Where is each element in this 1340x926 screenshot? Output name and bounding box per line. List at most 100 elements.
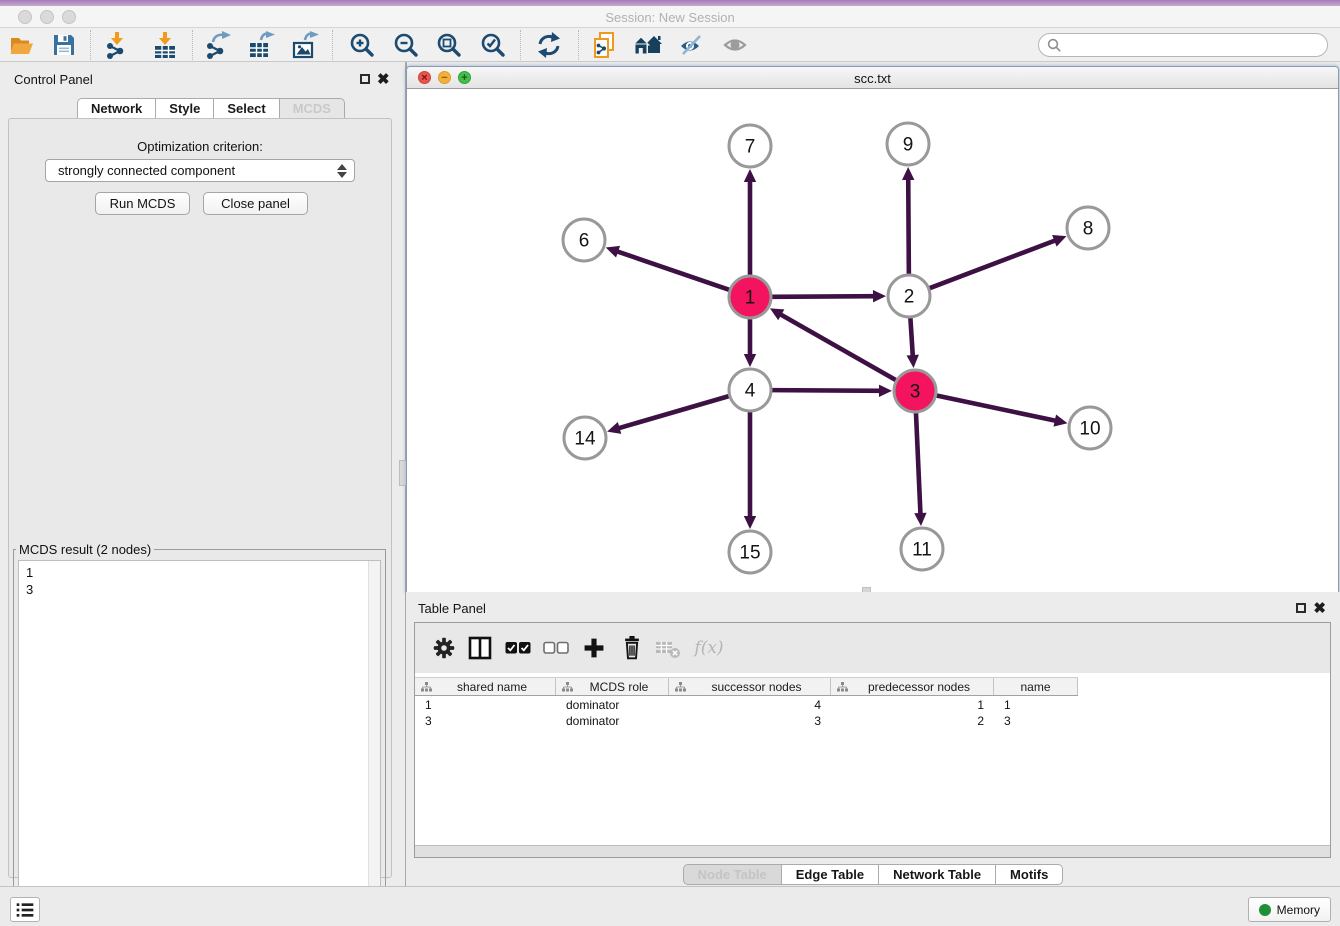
graph-node-4[interactable]: 4 xyxy=(729,369,771,411)
graph-edge[interactable] xyxy=(772,290,886,302)
graph-node-15[interactable]: 15 xyxy=(729,531,771,573)
table-panel-title: Table Panel xyxy=(418,601,486,616)
close-table-panel-icon[interactable]: ✖ xyxy=(1313,603,1326,615)
table-settings-icon[interactable] xyxy=(429,634,459,662)
export-image-icon[interactable] xyxy=(287,31,323,59)
graph-edge[interactable] xyxy=(907,318,919,368)
graph-edge[interactable] xyxy=(744,319,756,367)
first-neighbors-icon[interactable] xyxy=(630,31,666,59)
mcds-result-title: MCDS result (2 nodes) xyxy=(16,542,154,557)
toolbar-separator xyxy=(332,30,333,60)
task-history-button[interactable] xyxy=(10,897,40,922)
zoom-out-icon[interactable] xyxy=(388,31,424,59)
mcds-result-textarea[interactable]: 1 3 xyxy=(18,560,381,915)
table-header-row: shared nameMCDS rolesuccessor nodesprede… xyxy=(415,677,1078,696)
import-network-icon[interactable] xyxy=(99,31,135,59)
table-cell[interactable]: 1 xyxy=(994,697,1078,713)
optimization-criterion-select[interactable]: strongly connected component xyxy=(45,159,355,182)
tab-network[interactable]: Network xyxy=(77,98,155,119)
graph-edge[interactable] xyxy=(937,396,1068,427)
graph-edge[interactable] xyxy=(744,412,756,529)
table-cell[interactable]: 4 xyxy=(669,697,831,713)
float-table-panel-icon[interactable] xyxy=(1296,603,1306,613)
table-row[interactable]: 1dominator411 xyxy=(415,697,1078,713)
search-field[interactable] xyxy=(1038,33,1328,57)
tab-edge-table[interactable]: Edge Table xyxy=(781,864,878,885)
table-cell[interactable]: 1 xyxy=(831,697,994,713)
memory-button[interactable]: Memory xyxy=(1248,897,1331,922)
graph-edge[interactable] xyxy=(607,396,729,434)
close-panel-button[interactable]: Close panel xyxy=(203,192,308,215)
table-cell[interactable]: 3 xyxy=(415,713,556,729)
column-header-successor-nodes[interactable]: successor nodes xyxy=(669,678,831,695)
graph-node-14[interactable]: 14 xyxy=(564,417,606,459)
search-icon xyxy=(1047,38,1062,53)
show-all-icon[interactable] xyxy=(718,31,754,59)
run-mcds-button[interactable]: Run MCDS xyxy=(95,192,190,215)
graph-edge[interactable] xyxy=(902,167,914,274)
graph-node-11[interactable]: 11 xyxy=(901,528,943,570)
column-header-shared-name[interactable]: shared name xyxy=(415,678,556,695)
add-column-icon[interactable] xyxy=(579,634,609,662)
hide-selected-icon[interactable] xyxy=(674,31,710,59)
column-header-MCDS-role[interactable]: MCDS role xyxy=(556,678,669,695)
tab-motifs[interactable]: Motifs xyxy=(995,864,1063,885)
optimization-criterion-label: Optimization criterion: xyxy=(9,139,391,154)
deselect-all-icon[interactable] xyxy=(541,634,571,662)
network-canvas-svg[interactable]: 7 9 6 8 1 2 4 3 14 10 15 11 xyxy=(407,89,1338,592)
svg-text:3: 3 xyxy=(910,382,921,403)
tab-select[interactable]: Select xyxy=(213,98,278,119)
table-cell[interactable]: 2 xyxy=(831,713,994,729)
zoom-in-icon[interactable] xyxy=(344,31,380,59)
column-tree-icon xyxy=(421,682,432,692)
network-window-titlebar[interactable]: × − + scc.txt xyxy=(407,67,1338,89)
graph-node-2[interactable]: 2 xyxy=(888,275,930,317)
duplicate-network-icon[interactable] xyxy=(587,31,623,59)
import-table-icon[interactable] xyxy=(147,31,183,59)
delete-columns-icon[interactable] xyxy=(617,634,647,662)
graph-node-7[interactable]: 7 xyxy=(729,125,771,167)
graph-edge[interactable] xyxy=(914,413,926,526)
graph-edge[interactable] xyxy=(770,308,896,380)
select-all-icon[interactable] xyxy=(503,634,533,662)
zoom-fit-icon[interactable] xyxy=(431,31,467,59)
memory-status-icon xyxy=(1259,904,1271,916)
export-table-icon[interactable] xyxy=(243,31,279,59)
graph-edge[interactable] xyxy=(606,246,729,290)
zoom-selected-icon[interactable] xyxy=(475,31,511,59)
graph-node-3[interactable]: 3 xyxy=(894,370,936,412)
graph-edge[interactable] xyxy=(744,169,756,275)
tab-style[interactable]: Style xyxy=(155,98,213,119)
table-cell[interactable]: dominator xyxy=(556,713,669,729)
graph-node-8[interactable]: 8 xyxy=(1067,207,1109,249)
table-cell[interactable]: 3 xyxy=(669,713,831,729)
show-columns-icon[interactable] xyxy=(465,634,495,662)
table-cell[interactable]: 1 xyxy=(415,697,556,713)
graph-node-1[interactable]: 1 xyxy=(729,276,771,318)
graph-edge[interactable] xyxy=(772,385,892,397)
table-row[interactable]: 3dominator323 xyxy=(415,713,1078,729)
tab-node-table[interactable]: Node Table xyxy=(683,864,781,885)
graph-node-10[interactable]: 10 xyxy=(1069,407,1111,449)
column-header-name[interactable]: name xyxy=(994,678,1078,695)
table-panel-tabs: Node TableEdge TableNetwork TableMotifs xyxy=(406,864,1340,885)
svg-text:7: 7 xyxy=(745,137,756,158)
tab-network-table[interactable]: Network Table xyxy=(878,864,995,885)
open-session-icon[interactable] xyxy=(4,31,40,59)
search-input[interactable] xyxy=(1067,38,1317,53)
export-network-icon[interactable] xyxy=(200,31,236,59)
graph-node-9[interactable]: 9 xyxy=(887,123,929,165)
graph-edge[interactable] xyxy=(930,235,1067,288)
tab-mcds[interactable]: MCDS xyxy=(279,98,345,119)
svg-text:14: 14 xyxy=(574,429,596,450)
table-cell[interactable]: dominator xyxy=(556,697,669,713)
graph-node-6[interactable]: 6 xyxy=(563,219,605,261)
svg-text:2: 2 xyxy=(904,287,915,308)
save-session-icon[interactable] xyxy=(46,31,82,59)
table-cell[interactable]: 3 xyxy=(994,713,1078,729)
close-panel-icon[interactable]: ✖ xyxy=(377,74,390,86)
refresh-icon[interactable] xyxy=(531,31,567,59)
column-header-predecessor-nodes[interactable]: predecessor nodes xyxy=(831,678,994,695)
float-panel-icon[interactable] xyxy=(360,74,370,84)
result-scrollbar[interactable] xyxy=(368,561,380,914)
